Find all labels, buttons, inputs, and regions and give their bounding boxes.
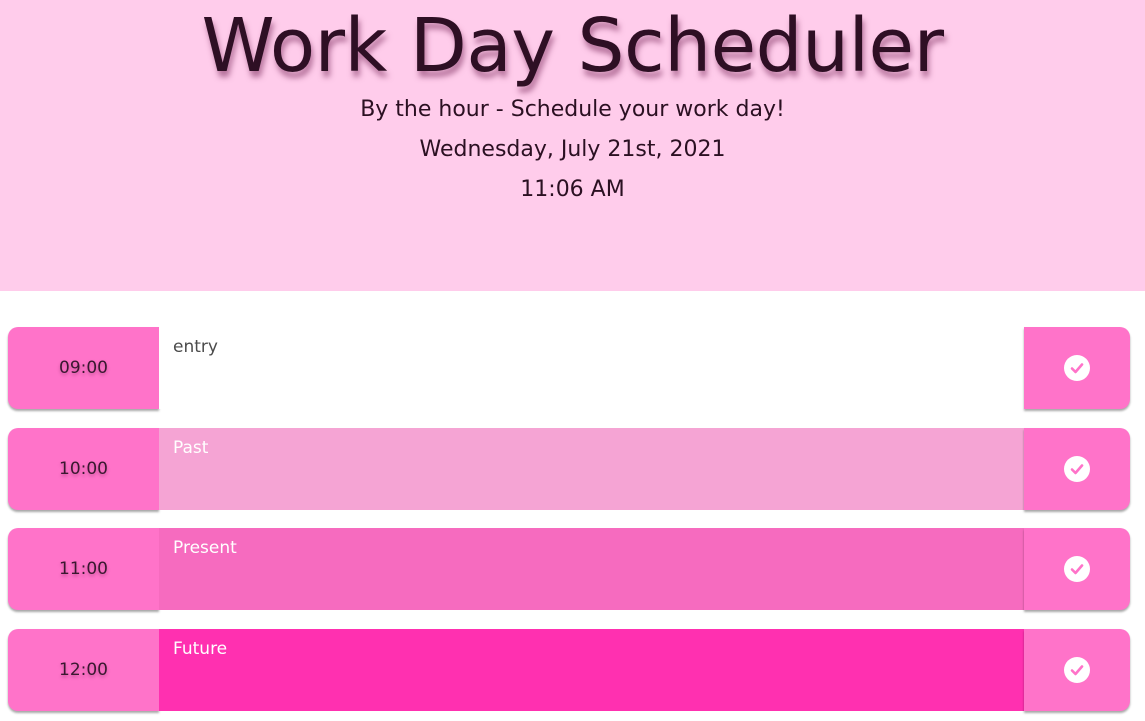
save-button[interactable] bbox=[1024, 428, 1130, 510]
hour-label: 11:00 bbox=[8, 528, 159, 610]
page-title: Work Day Scheduler bbox=[201, 3, 944, 89]
event-description[interactable]: Future bbox=[159, 629, 1024, 711]
hour-label: 09:00 bbox=[8, 327, 159, 409]
time-block-0900: 09:00 entry bbox=[8, 327, 1130, 409]
check-circle-icon bbox=[1064, 456, 1090, 482]
time-block-1000: 10:00 Past bbox=[8, 428, 1130, 510]
check-circle-icon bbox=[1064, 657, 1090, 683]
current-time: 11:06 AM bbox=[520, 177, 625, 202]
check-circle-icon bbox=[1064, 355, 1090, 381]
current-date: Wednesday, July 21st, 2021 bbox=[419, 137, 726, 162]
event-description[interactable]: Present bbox=[159, 528, 1024, 610]
hour-label: 12:00 bbox=[8, 629, 159, 711]
event-description[interactable]: entry bbox=[159, 327, 1024, 409]
header: Work Day Scheduler By the hour - Schedul… bbox=[0, 0, 1145, 291]
hour-label: 10:00 bbox=[8, 428, 159, 510]
save-button[interactable] bbox=[1024, 528, 1130, 610]
save-button[interactable] bbox=[1024, 629, 1130, 711]
time-block-1100: 11:00 Present bbox=[8, 528, 1130, 610]
event-description[interactable]: Past bbox=[159, 428, 1024, 510]
page-subtitle: By the hour - Schedule your work day! bbox=[360, 97, 785, 122]
check-circle-icon bbox=[1064, 556, 1090, 582]
time-block-1200: 12:00 Future bbox=[8, 629, 1130, 711]
save-button[interactable] bbox=[1024, 327, 1130, 409]
